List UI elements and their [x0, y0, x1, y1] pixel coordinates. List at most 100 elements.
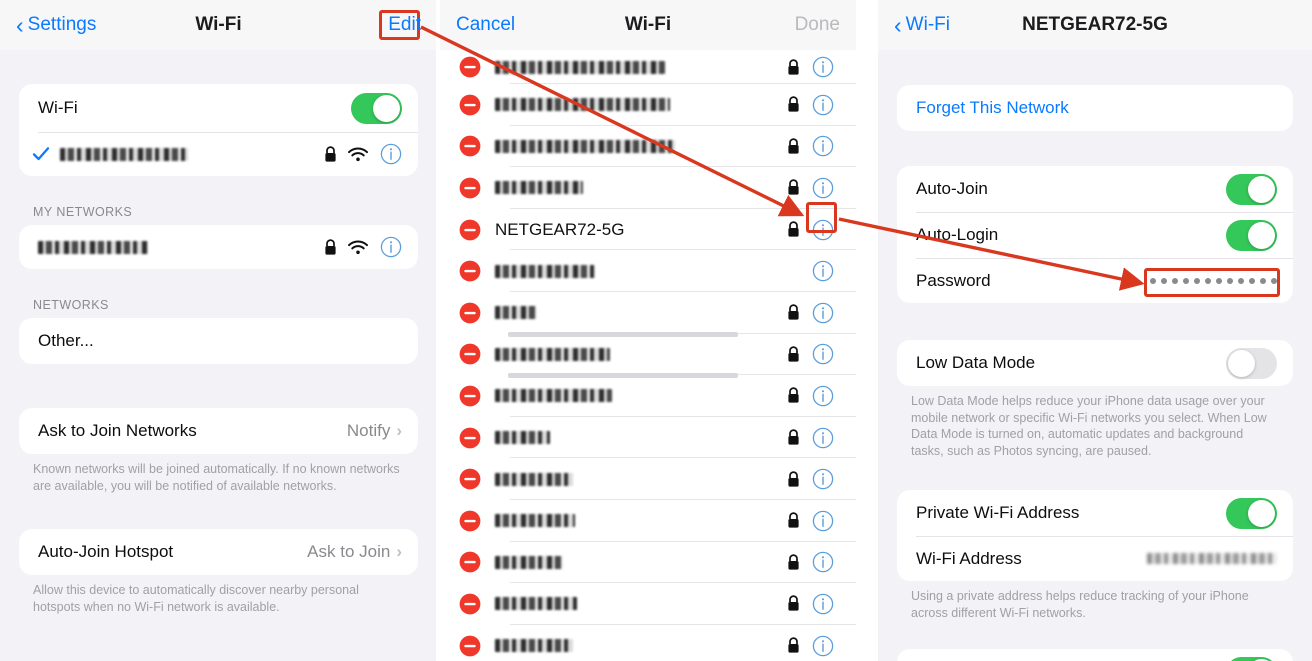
back-label: Settings [27, 14, 97, 35]
my-network-row[interactable] [19, 225, 418, 269]
delete-network-icon[interactable] [459, 635, 481, 657]
info-icon[interactable] [812, 260, 834, 282]
mid-navbar: Cancel Wi-Fi Done [440, 0, 856, 50]
ask-to-join-card: Ask to Join Networks Notify › [19, 408, 418, 454]
editable-network-row[interactable] [440, 416, 856, 459]
editable-network-row[interactable] [440, 583, 856, 625]
password-field[interactable] [1150, 277, 1277, 284]
low-data-mode-row[interactable]: Low Data Mode [897, 340, 1293, 386]
editable-network-row[interactable] [440, 250, 856, 292]
auto-join-row[interactable]: Auto-Join [897, 166, 1293, 212]
auto-login-row[interactable]: Auto-Login [897, 212, 1293, 258]
info-icon[interactable] [812, 56, 834, 78]
editable-network-row[interactable]: NETGEAR72-5G [440, 208, 856, 251]
back-to-wifi-button[interactable]: ‹ Wi-Fi [894, 11, 950, 38]
delete-network-icon[interactable] [459, 94, 481, 116]
auto-join-hotspot-label: Auto-Join Hotspot [38, 542, 174, 561]
editable-network-row[interactable] [440, 541, 856, 584]
delete-network-icon[interactable] [459, 385, 481, 407]
chevron-left-icon: ‹ [894, 11, 902, 38]
info-icon[interactable] [812, 135, 834, 157]
wifi-toggle-row[interactable]: Wi-Fi [19, 84, 418, 132]
info-icon[interactable] [812, 551, 834, 573]
network-name [495, 472, 787, 486]
limit-ip-toggle[interactable] [1226, 656, 1277, 661]
network-name [495, 60, 787, 74]
auto-login-toggle[interactable] [1226, 219, 1277, 251]
network-options-card: Auto-Join Auto-Login Password [897, 166, 1293, 303]
auto-login-label: Auto-Login [916, 225, 999, 244]
ask-to-join-value: Notify [346, 421, 391, 440]
private-wifi-address-row[interactable]: Private Wi-Fi Address [897, 490, 1293, 536]
private-wifi-address-toggle[interactable] [1226, 497, 1277, 529]
info-icon[interactable] [812, 302, 834, 324]
delete-network-icon[interactable] [459, 427, 481, 449]
back-to-settings-button[interactable]: ‹ Settings [16, 13, 97, 37]
redacted-ssid [60, 148, 188, 162]
network-name [495, 555, 787, 569]
info-icon[interactable] [812, 635, 834, 657]
redacted-ssid [495, 514, 575, 528]
limit-ip-row[interactable]: Limit IP Address Tracking [897, 649, 1293, 661]
redacted-mac-address [1147, 553, 1277, 564]
editable-network-row[interactable] [440, 84, 856, 126]
delete-network-icon[interactable] [459, 551, 481, 573]
network-name [495, 181, 787, 195]
info-icon[interactable] [812, 94, 834, 116]
info-icon[interactable] [812, 593, 834, 615]
delete-network-icon[interactable] [459, 260, 481, 282]
wifi-signal-icon [348, 239, 368, 255]
delete-network-icon[interactable] [459, 219, 481, 241]
editable-network-row[interactable] [440, 499, 856, 542]
edit-button[interactable]: Edit [388, 14, 421, 36]
delete-network-icon[interactable] [459, 510, 481, 532]
info-icon[interactable] [812, 510, 834, 532]
row-separator-bar [508, 331, 738, 337]
info-icon[interactable] [812, 219, 834, 241]
editable-network-row[interactable] [440, 373, 856, 417]
cancel-button[interactable]: Cancel [456, 14, 515, 36]
low-data-mode-toggle[interactable] [1226, 347, 1277, 379]
info-icon[interactable] [812, 343, 834, 365]
done-button[interactable]: Done [795, 14, 840, 36]
ask-to-join-label: Ask to Join Networks [38, 421, 197, 440]
delete-network-icon[interactable] [459, 468, 481, 490]
chevron-right-icon: › [396, 542, 402, 561]
editable-network-row[interactable] [440, 291, 856, 334]
wifi-toggle[interactable] [351, 92, 402, 124]
lock-icon [787, 138, 800, 155]
editable-network-row[interactable] [440, 624, 856, 661]
info-icon[interactable] [812, 177, 834, 199]
password-row[interactable]: Password [897, 258, 1293, 303]
network-name [495, 639, 787, 653]
delete-network-icon[interactable] [459, 135, 481, 157]
editable-network-row[interactable] [440, 331, 856, 376]
other-network-row[interactable]: Other... [19, 318, 418, 364]
lock-icon [324, 238, 337, 256]
ask-to-join-row[interactable]: Ask to Join Networks Notify › [19, 408, 418, 454]
forget-network-row[interactable]: Forget This Network [897, 85, 1293, 131]
info-icon[interactable] [380, 143, 402, 165]
delete-network-icon[interactable] [459, 343, 481, 365]
editable-network-row[interactable] [440, 167, 856, 209]
info-icon[interactable] [380, 236, 402, 258]
delete-network-icon[interactable] [459, 593, 481, 615]
auto-join-toggle[interactable] [1226, 173, 1277, 205]
panel-divider [856, 0, 860, 661]
lock-icon [787, 387, 800, 404]
network-name: NETGEAR72-5G [495, 219, 625, 239]
redacted-ssid [495, 60, 665, 74]
editable-network-row[interactable] [440, 458, 856, 500]
delete-network-icon[interactable] [459, 302, 481, 324]
networks-card: Other... [19, 318, 418, 364]
editable-network-row[interactable] [440, 125, 856, 168]
info-icon[interactable] [812, 427, 834, 449]
delete-network-icon[interactable] [459, 177, 481, 199]
editable-network-row[interactable] [440, 50, 856, 84]
info-icon[interactable] [812, 468, 834, 490]
delete-network-icon[interactable] [459, 56, 481, 78]
auto-join-hotspot-row[interactable]: Auto-Join Hotspot Ask to Join › [19, 529, 418, 575]
info-icon[interactable] [812, 385, 834, 407]
connected-network-row[interactable] [19, 132, 418, 176]
network-name [495, 389, 787, 403]
